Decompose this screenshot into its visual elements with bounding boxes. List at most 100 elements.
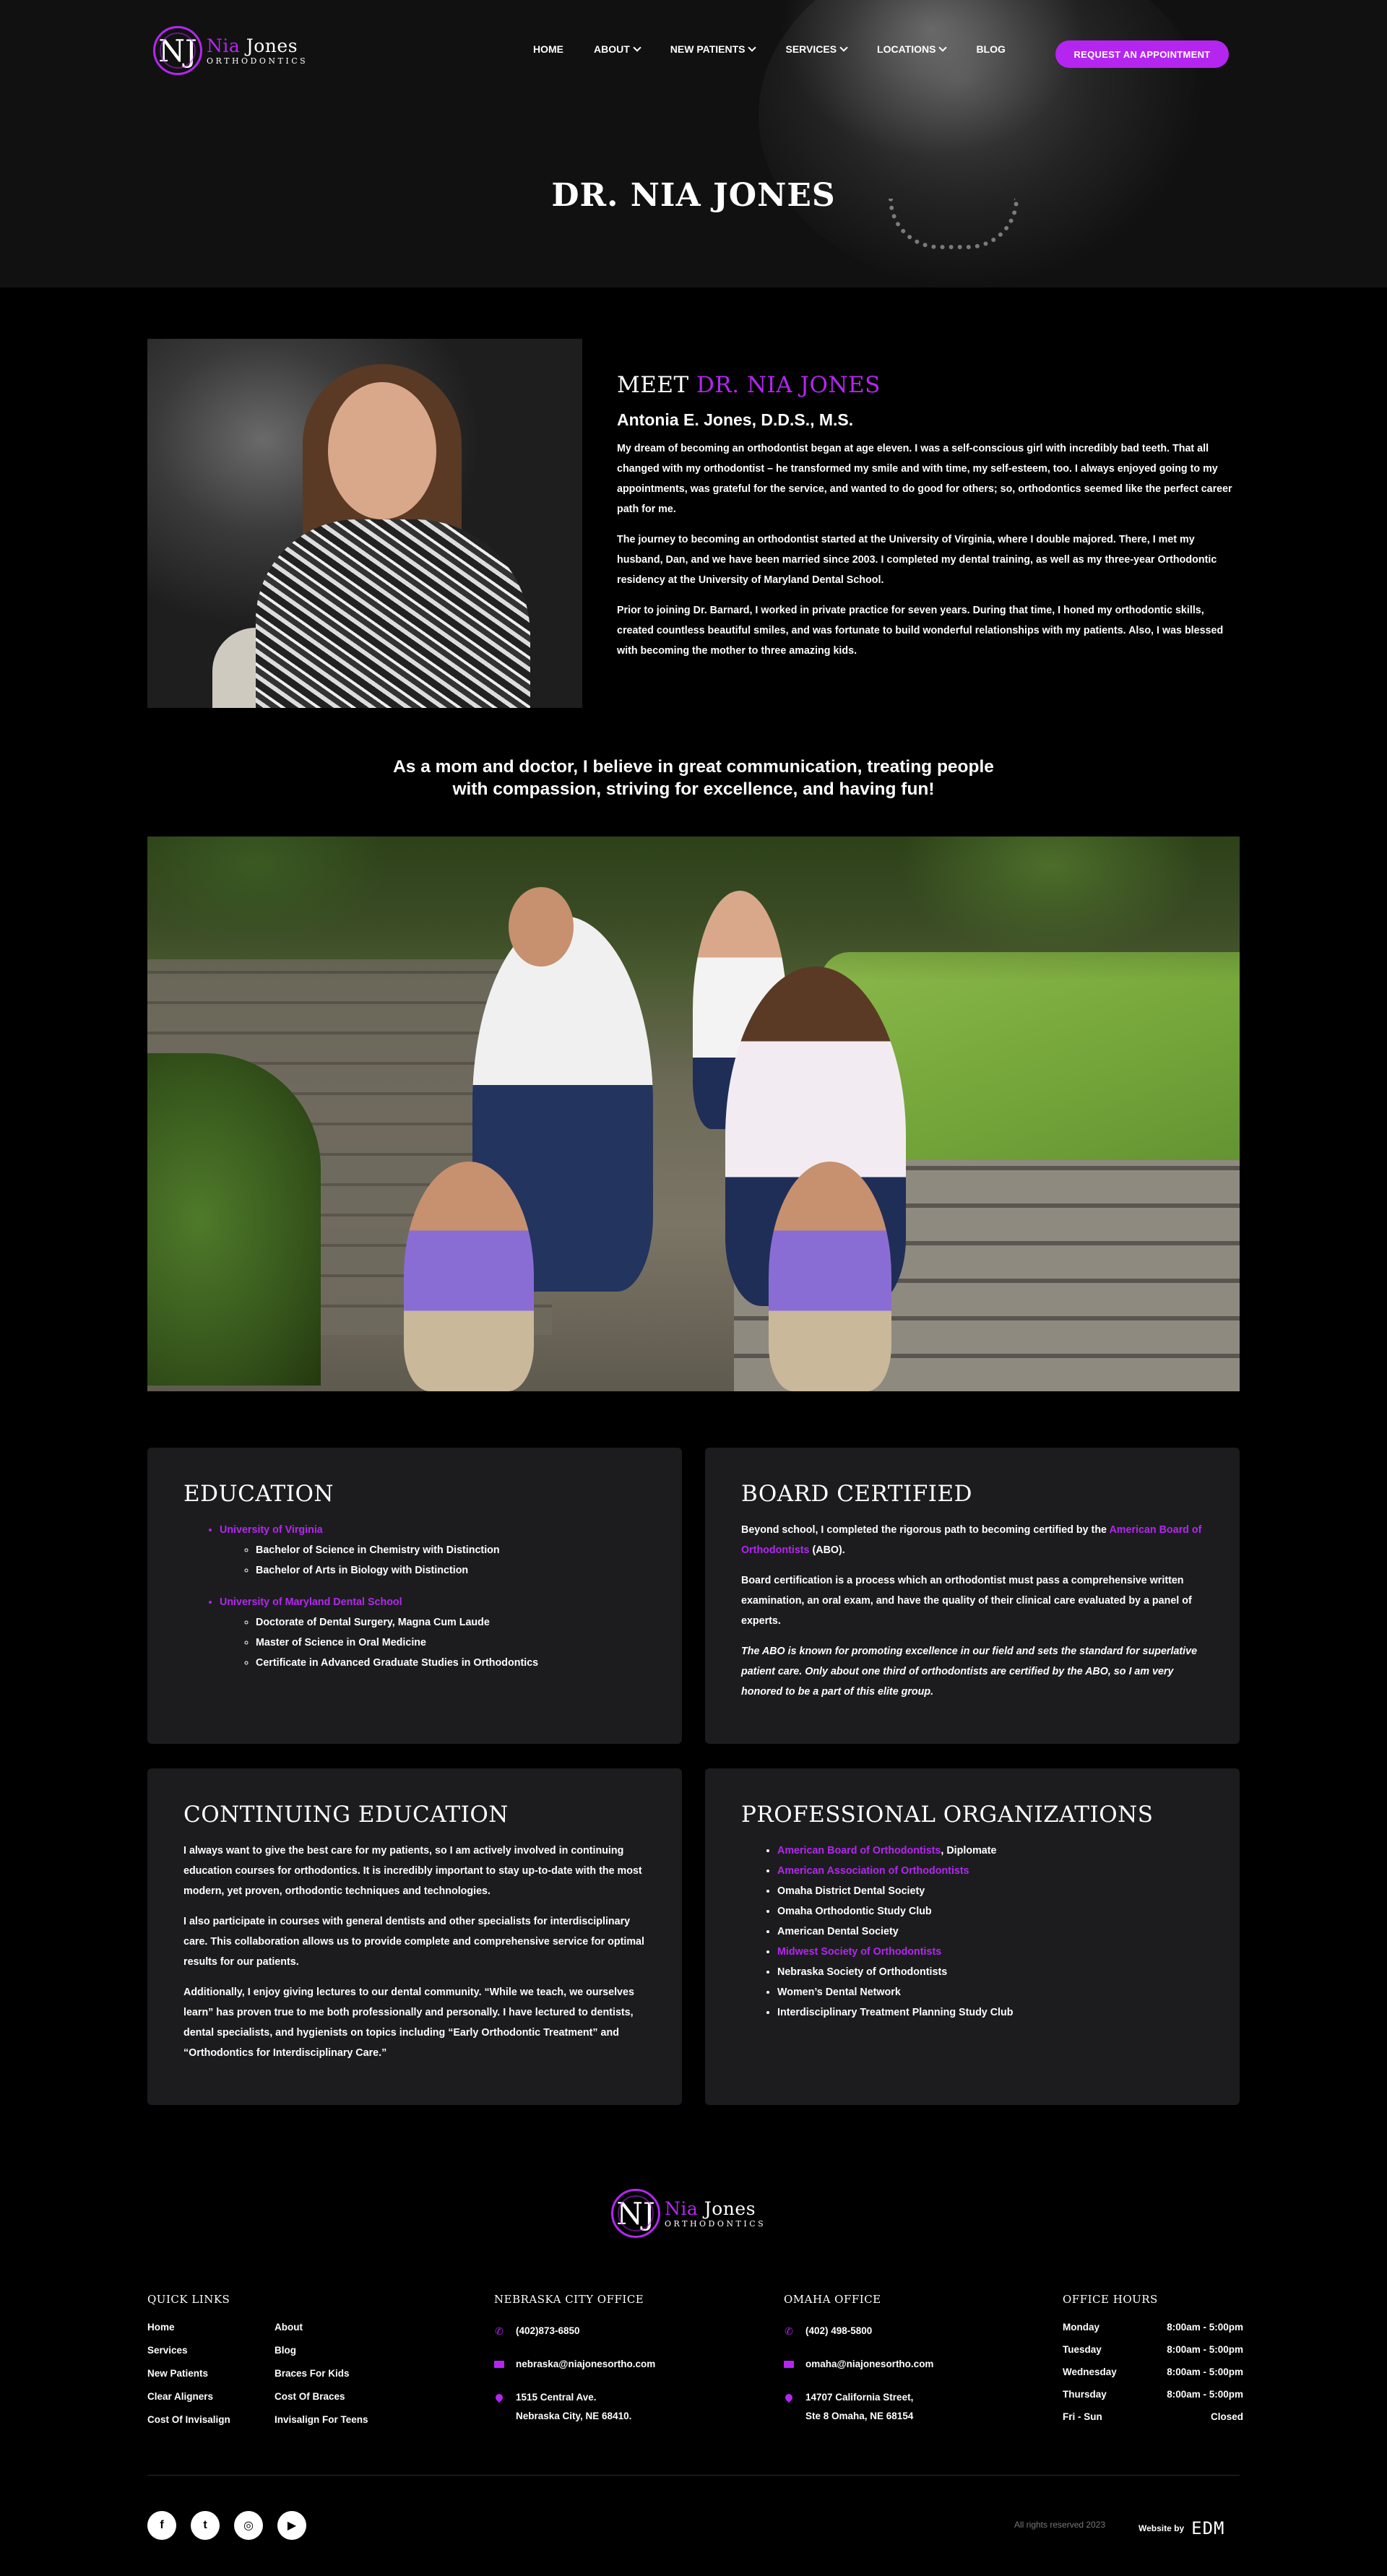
hours-time: 8:00am - 5:00pm bbox=[1167, 2344, 1243, 2355]
nav-services[interactable]: SERVICES bbox=[785, 43, 848, 55]
footer-link-invisalign-for-teens[interactable]: Invisalign For Teens bbox=[275, 2414, 402, 2425]
board-text: Beyond school, I completed the rigorous … bbox=[741, 1524, 1110, 1536]
footer-omaha-office: OMAHA OFFICE ✆ (402) 498-5800 omaha@niajo… bbox=[783, 2293, 933, 2440]
organization-link[interactable]: American Board of Orthodontists bbox=[777, 1845, 941, 1857]
family-photo bbox=[147, 837, 1240, 1391]
organizations-title: PROFESSIONAL ORGANIZATIONS bbox=[741, 1802, 1154, 1828]
education-list: University of Virginia Bachelor of Scien… bbox=[183, 1520, 646, 1673]
instagram-icon[interactable]: ◎ bbox=[234, 2511, 263, 2540]
hours-time: 8:00am - 5:00pm bbox=[1167, 2389, 1243, 2400]
copyright-text: All rights reserved 2023 bbox=[1014, 2520, 1106, 2530]
logo-name: Nia Jones bbox=[207, 37, 308, 55]
school-link-virginia[interactable]: University of Virginia bbox=[220, 1524, 323, 1536]
meet-subtitle: Antonia E. Jones, D.D.S., M.S. bbox=[617, 410, 854, 429]
photo-person-father-head bbox=[509, 887, 574, 967]
nebraska-email-link[interactable]: nebraska@niajonesortho.com bbox=[494, 2355, 655, 2374]
logo-tagline: ORTHODONTICS bbox=[207, 56, 308, 66]
footer-logo[interactable]: NJ Nia Jones ORTHODONTICS bbox=[611, 2189, 766, 2238]
omaha-address-link[interactable]: 14707 California Street, Ste 8 Omaha, NE … bbox=[783, 2388, 933, 2426]
philosophy-quote: As a mom and doctor, I believe in great … bbox=[0, 756, 1387, 800]
nav-blog-label: BLOG bbox=[976, 43, 1006, 55]
youtube-icon[interactable]: ▶ bbox=[277, 2511, 306, 2540]
hours-day: Wednesday bbox=[1063, 2367, 1117, 2377]
footer-nebraska-office: NEBRASKA CITY OFFICE ✆ (402)873-6850 nebr… bbox=[493, 2293, 655, 2440]
request-appointment-button[interactable]: REQUEST AN APPOINTMENT bbox=[1055, 40, 1229, 68]
page-title: DR. NIA JONES bbox=[551, 177, 836, 214]
footer-link-home[interactable]: Home bbox=[147, 2322, 275, 2333]
footer-logo-wordmark: Nia Jones ORTHODONTICS bbox=[665, 2200, 766, 2228]
organization-link[interactable]: Midwest Society of Orthodontists bbox=[777, 1946, 941, 1958]
nav-about[interactable]: ABOUT bbox=[594, 43, 641, 55]
omaha-email-link[interactable]: omaha@niajonesortho.com bbox=[784, 2355, 933, 2374]
site-logo[interactable]: NJ Nia Jones ORTHODONTICS bbox=[153, 26, 308, 75]
school-link-maryland[interactable]: University of Maryland Dental School bbox=[220, 1596, 402, 1608]
footer-link-braces-for-kids[interactable]: Braces For Kids bbox=[275, 2368, 402, 2379]
map-pin-icon bbox=[493, 2392, 505, 2403]
photo-foliage bbox=[147, 1053, 321, 1386]
hours-day: Monday bbox=[1063, 2322, 1100, 2333]
organization-link[interactable]: American Association of Orthodontists bbox=[777, 1865, 969, 1877]
website-by-label: Website by bbox=[1138, 2523, 1185, 2533]
footer-link-cost-of-invisalign[interactable]: Cost Of Invisalign bbox=[147, 2414, 275, 2425]
organization-item: Nebraska Society of Orthodontists bbox=[777, 1962, 1204, 1982]
website-credit-link[interactable]: Website by EDM bbox=[1138, 2518, 1225, 2538]
nav-blog[interactable]: BLOG bbox=[976, 43, 1005, 55]
nav-locations-label: LOCATIONS bbox=[877, 43, 936, 55]
doctor-portrait-photo bbox=[147, 339, 582, 708]
nebraska-phone-link[interactable]: ✆ (402)873-6850 bbox=[494, 2322, 655, 2341]
board-title: BOARD CERTIFIED bbox=[741, 1481, 973, 1507]
chevron-down-icon bbox=[633, 43, 641, 52]
organization-item: Women’s Dental Network bbox=[777, 1982, 1204, 2002]
logo-wordmark: Nia Jones ORTHODONTICS bbox=[207, 37, 308, 65]
nebraska-email: nebraska@niajonesortho.com bbox=[516, 2359, 656, 2369]
nebraska-address-line2: Nebraska City, NE 68410. bbox=[516, 2411, 632, 2421]
degree-list: Doctorate of Dental Surgery, Magna Cum L… bbox=[220, 1612, 646, 1673]
continuing-title: CONTINUING EDUCATION bbox=[183, 1802, 509, 1828]
nebraska-address-link[interactable]: 1515 Central Ave. Nebraska City, NE 68410… bbox=[493, 2388, 655, 2426]
hours-time: Closed bbox=[1210, 2411, 1243, 2422]
organization-item: Omaha Orthodontic Study Club bbox=[777, 1901, 1204, 1922]
twitter-icon[interactable]: t bbox=[191, 2511, 220, 2540]
portrait-face bbox=[328, 382, 436, 519]
nav-locations[interactable]: LOCATIONS bbox=[877, 43, 948, 55]
nav-home-label: HOME bbox=[533, 43, 563, 55]
organization-item: American Association of Orthodontists bbox=[777, 1861, 1204, 1881]
omaha-phone-link[interactable]: ✆ (402) 498-5800 bbox=[784, 2322, 933, 2341]
organization-text: , Diplomate bbox=[941, 1845, 997, 1857]
footer-link-services[interactable]: Services bbox=[147, 2345, 275, 2356]
organizations-list: American Board of Orthodontists, Diploma… bbox=[741, 1841, 1204, 2023]
office-hours-table: Monday 8:00am - 5:00pm Tuesday 8:00am - 5:… bbox=[1063, 2322, 1243, 2422]
meet-heading: MEET DR. NIA JONES bbox=[617, 372, 1238, 398]
degree-item: Bachelor of Arts in Biology with Distinc… bbox=[256, 1560, 646, 1581]
footer-link-new-patients[interactable]: New Patients bbox=[147, 2368, 275, 2379]
footer-divider bbox=[147, 2475, 1240, 2476]
footer-logo-name: Nia Jones bbox=[665, 2200, 766, 2218]
education-school: University of Virginia Bachelor of Scien… bbox=[220, 1520, 646, 1581]
footer-logo-name-first: Nia bbox=[665, 2197, 699, 2219]
nav-new-patients-label: NEW PATIENTS bbox=[670, 43, 746, 55]
footer-link-cost-of-braces[interactable]: Cost Of Braces bbox=[275, 2391, 402, 2402]
footer-link-blog[interactable]: Blog bbox=[275, 2345, 402, 2356]
chevron-down-icon bbox=[748, 43, 757, 52]
nav-about-label: ABOUT bbox=[594, 43, 630, 55]
organization-item: American Board of Orthodontists, Diploma… bbox=[777, 1841, 1204, 1861]
board-paragraph: Beyond school, I completed the rigorous … bbox=[741, 1520, 1204, 1560]
nav-home[interactable]: HOME bbox=[533, 43, 563, 55]
facebook-icon[interactable]: f bbox=[147, 2511, 176, 2540]
nav-new-patients[interactable]: NEW PATIENTS bbox=[670, 43, 757, 55]
map-pin-icon bbox=[783, 2392, 795, 2403]
meet-heading-prefix: MEET bbox=[617, 372, 697, 398]
board-paragraph-emphasis: The ABO is known for promoting excellenc… bbox=[741, 1641, 1204, 1702]
continuing-education-card: CONTINUING EDUCATION I always want to gi… bbox=[147, 1768, 682, 2105]
office-hours-title: OFFICE HOURS bbox=[1063, 2293, 1158, 2306]
footer-link-clear-aligners[interactable]: Clear Aligners bbox=[147, 2391, 275, 2402]
footer-link-about[interactable]: About bbox=[275, 2322, 402, 2333]
professional-organizations-card: PROFESSIONAL ORGANIZATIONS American Boar… bbox=[705, 1768, 1240, 2105]
nebraska-phone: (402)873-6850 bbox=[516, 2325, 580, 2336]
board-emphasis-text: The ABO is known for promoting excellenc… bbox=[741, 1646, 1198, 1698]
omaha-phone: (402) 498-5800 bbox=[805, 2325, 873, 2336]
meet-paragraph: My dream of becoming an orthodontist beg… bbox=[617, 443, 1232, 515]
organization-item: Midwest Society of Orthodontists bbox=[777, 1942, 1204, 1962]
continuing-paragraph: Additionally, I enjoy giving lectures to… bbox=[183, 1987, 634, 2059]
hours-day: Tuesday bbox=[1063, 2344, 1102, 2355]
